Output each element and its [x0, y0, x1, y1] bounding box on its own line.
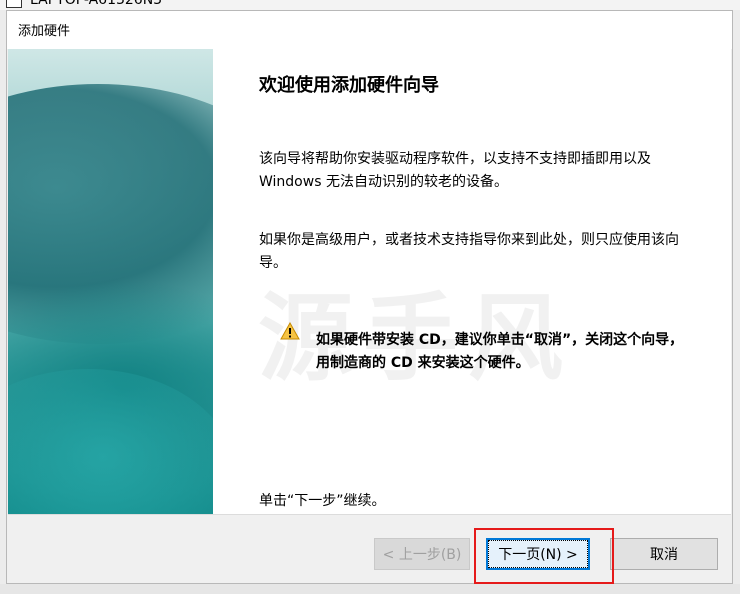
continue-hint: 单击“下一步”继续。	[259, 493, 386, 509]
parent-window-title: LAPTOP-A61326N3	[30, 0, 163, 8]
wizard-content: 源手风 欢迎使用添加硬件向导 该向导将帮助你安装驱动程序软件，以支持不支持即插即…	[8, 49, 731, 514]
next-button-label: 下一页(N) >	[488, 540, 588, 568]
footer-divider	[8, 514, 731, 515]
cancel-button[interactable]: 取消	[610, 538, 718, 570]
computer-icon	[6, 0, 22, 8]
intro-paragraph: 该向导将帮助你安装驱动程序软件，以支持不支持即插即用以及 Windows 无法自…	[259, 151, 651, 190]
add-hardware-dialog: 添加硬件 源手风 欢迎使用添加硬件向导 该向导将帮助你安装驱动程序软件，以支持不…	[6, 10, 733, 584]
advanced-user-paragraph: 如果你是高级用户，或者技术支持指导你来到此处，则只应使用该向导。	[259, 232, 679, 271]
bottom-strip	[0, 584, 740, 594]
screen: LAPTOP-A61326N3 添加硬件 源手风 欢迎使用添加硬件向导 该向导将…	[0, 0, 740, 594]
parent-window-strip: LAPTOP-A61326N3	[0, 0, 740, 10]
next-button[interactable]: 下一页(N) >	[486, 538, 590, 570]
dialog-title: 添加硬件	[18, 24, 71, 39]
warning-text: 如果硬件带安装 CD，建议你单击“取消”，关闭这个向导，用制造商的 CD 来安装…	[316, 332, 684, 371]
wizard-heading: 欢迎使用添加硬件向导	[259, 75, 439, 96]
back-button[interactable]: < 上一步(B)	[374, 538, 470, 570]
warning-icon	[280, 322, 300, 340]
wizard-side-banner	[8, 49, 213, 514]
dialog-titlebar[interactable]: 添加硬件	[7, 11, 732, 49]
